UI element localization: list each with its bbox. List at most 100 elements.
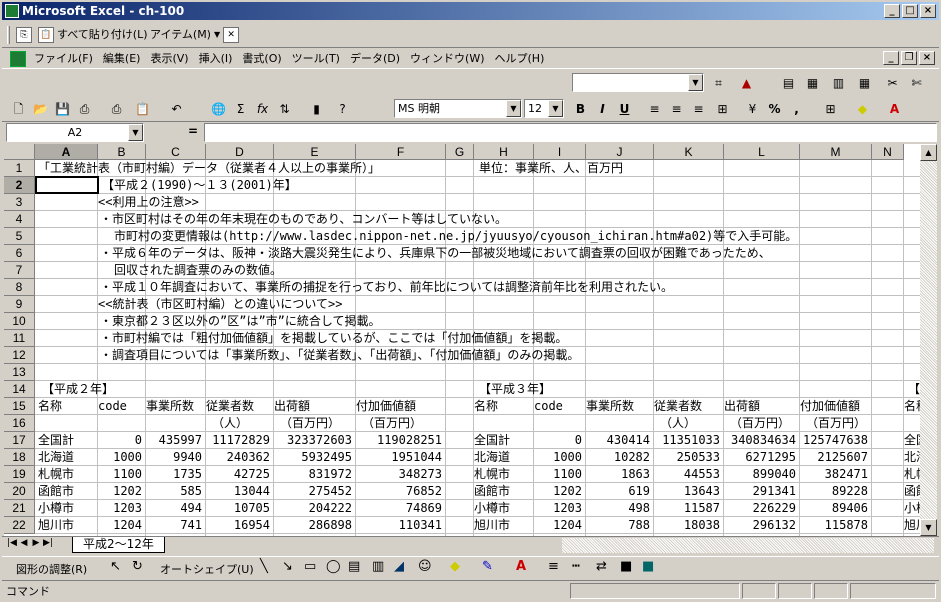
clipboard-items-button[interactable]: アイテム(M) ▼ ✕: [150, 26, 240, 44]
chart-wizard-icon[interactable]: ▮: [306, 99, 327, 119]
menu-file[interactable]: ファイル(F): [34, 51, 93, 67]
menu-edit[interactable]: 編集(E): [103, 51, 141, 67]
menu-data[interactable]: データ(D): [350, 51, 400, 67]
autoshape-button[interactable]: オートシェイプ(U): [160, 561, 254, 577]
textbox-icon[interactable]: ▤: [348, 559, 360, 574]
col-header-H[interactable]: H: [474, 144, 534, 160]
close-button[interactable]: ×: [920, 4, 936, 18]
sheet-tab[interactable]: 平成2～12年: [72, 537, 165, 553]
web-icon[interactable]: 🌐: [208, 99, 229, 119]
align-left-icon[interactable]: ≡: [644, 99, 665, 119]
borders-icon[interactable]: ⊞: [820, 99, 841, 119]
draw-menu-button[interactable]: 図形の調整(R): [16, 561, 87, 577]
line-style-icon[interactable]: ≡: [548, 559, 559, 574]
row-header-7[interactable]: 7: [4, 262, 35, 279]
selected-cell-a2[interactable]: [35, 176, 99, 194]
col-header-M[interactable]: M: [800, 144, 872, 160]
row-header-14[interactable]: 14: [4, 381, 35, 398]
col-header-A[interactable]: A: [35, 144, 98, 160]
draw-font-color-icon[interactable]: A: [516, 559, 526, 574]
wordart-icon[interactable]: ▥: [372, 559, 384, 574]
row-header-2[interactable]: 2: [4, 177, 35, 194]
row-header-16[interactable]: 16: [4, 415, 35, 432]
col-header-K[interactable]: K: [654, 144, 724, 160]
select-pointer-icon[interactable]: ↖: [110, 559, 121, 574]
italic-button[interactable]: I: [592, 99, 613, 119]
row-header-6[interactable]: 6: [4, 245, 35, 262]
format-icon[interactable]: ⌗: [708, 73, 729, 93]
row-header-21[interactable]: 21: [4, 500, 35, 517]
col-header-J[interactable]: J: [586, 144, 654, 160]
row-header-20[interactable]: 20: [4, 483, 35, 500]
font-select[interactable]: MS 明朝 ▼: [394, 99, 522, 118]
vertical-scrollbar[interactable]: ▲ ▼: [920, 144, 937, 536]
scroll-down-icon[interactable]: ▼: [920, 519, 937, 536]
table-icon-2[interactable]: ▦: [802, 73, 823, 93]
doc-minimize-button[interactable]: _: [883, 51, 899, 65]
row-header-4[interactable]: 4: [4, 211, 35, 228]
last-sheet-icon[interactable]: ▶|: [42, 538, 54, 548]
help-icon[interactable]: ?: [332, 99, 353, 119]
3d-icon[interactable]: ■: [642, 559, 654, 574]
line-icon[interactable]: ╲: [260, 559, 268, 574]
name-box[interactable]: A2 ▼: [6, 123, 144, 142]
shadow-icon[interactable]: ■: [620, 559, 632, 574]
oval-icon[interactable]: ◯: [326, 559, 341, 574]
col-header-G[interactable]: G: [446, 144, 474, 160]
row-header-12[interactable]: 12: [4, 347, 35, 364]
col-header-N[interactable]: N: [872, 144, 904, 160]
arrow-icon[interactable]: ↘: [282, 559, 293, 574]
currency-icon[interactable]: ¥: [742, 99, 763, 119]
first-sheet-icon[interactable]: |◀: [6, 538, 18, 548]
menu-tools[interactable]: ツール(T): [292, 51, 340, 67]
font-color-icon[interactable]: A: [884, 99, 905, 119]
line-color-icon[interactable]: ✎: [482, 559, 493, 574]
doc-close-button[interactable]: ×: [919, 51, 935, 65]
horizontal-scrollbar[interactable]: [562, 538, 934, 553]
function-icon[interactable]: fx: [252, 99, 273, 119]
col-header-L[interactable]: L: [724, 144, 800, 160]
undo-icon[interactable]: ↶: [166, 99, 187, 119]
table-icon-3[interactable]: ▥: [828, 73, 849, 93]
link-icon[interactable]: ✂: [882, 73, 903, 93]
row-header-8[interactable]: 8: [4, 279, 35, 296]
row-header-11[interactable]: 11: [4, 330, 35, 347]
col-header-C[interactable]: C: [146, 144, 206, 160]
scroll-up-icon[interactable]: ▲: [920, 144, 937, 161]
font-size-select[interactable]: 12 ▼: [524, 99, 564, 118]
row-header-1[interactable]: 1: [4, 160, 35, 177]
row-header-19[interactable]: 19: [4, 466, 35, 483]
col-header-E[interactable]: E: [274, 144, 356, 160]
fill-color-icon[interactable]: ◆: [852, 99, 873, 119]
row-header-3[interactable]: 3: [4, 194, 35, 211]
row-header-13[interactable]: 13: [4, 364, 35, 381]
align-center-icon[interactable]: ≡: [666, 99, 687, 119]
spreadsheet-grid[interactable]: A B C D E F G H I J K L M N 1 2 3 4 5 6 7 8 9 10 11 12 13 14 15 16 17 1…: [4, 144, 920, 536]
maximize-button[interactable]: □: [902, 4, 918, 18]
permission-icon[interactable]: ⎙: [74, 99, 95, 119]
row-header-18[interactable]: 18: [4, 449, 35, 466]
row-header-15[interactable]: 15: [4, 398, 35, 415]
underline-button[interactable]: U: [614, 99, 635, 119]
paste-icon[interactable]: 📋: [132, 99, 153, 119]
rotate-icon[interactable]: ↻: [132, 559, 143, 574]
row-header-5[interactable]: 5: [4, 228, 35, 245]
percent-button[interactable]: %: [764, 99, 785, 119]
row-header-17[interactable]: 17: [4, 432, 35, 449]
table-icon-4[interactable]: ▦: [854, 73, 875, 93]
row-header-22[interactable]: 22: [4, 517, 35, 534]
new-icon[interactable]: 🗋: [8, 99, 29, 119]
dash-style-icon[interactable]: ┅: [572, 559, 580, 574]
unlink-icon[interactable]: ✄: [906, 73, 927, 93]
menu-insert[interactable]: 挿入(I): [199, 51, 233, 67]
align-right-icon[interactable]: ≡: [688, 99, 709, 119]
select-all-corner[interactable]: [4, 144, 35, 160]
clipart-icon[interactable]: ☺: [418, 559, 432, 574]
bold-button[interactable]: B: [570, 99, 591, 119]
clear-clipboard-icon[interactable]: ✕: [223, 27, 240, 43]
print-icon[interactable]: ⎙: [106, 99, 127, 119]
formula-input[interactable]: [204, 123, 937, 142]
col-header-I[interactable]: I: [534, 144, 586, 160]
menu-help[interactable]: ヘルプ(H): [495, 51, 545, 67]
menu-window[interactable]: ウィンドウ(W): [410, 51, 484, 67]
